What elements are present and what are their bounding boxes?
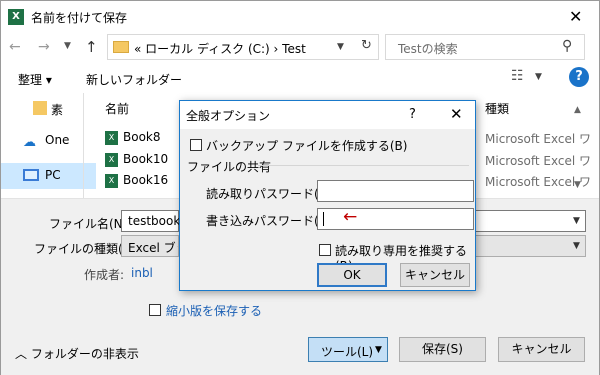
organize-button[interactable]: 整理 ▾ [18,71,52,88]
search-placeholder: Testの検索 [398,42,458,56]
text-caret [323,212,324,226]
scroll-down-icon[interactable]: ▼ [574,180,581,190]
excel-file-icon: X [105,152,118,167]
help-button[interactable]: ? [569,67,589,87]
save-thumbnail-checkbox[interactable] [149,304,161,316]
folder-icon [113,41,129,53]
save-as-dialog: X 名前を付けて保存 ✕ ← → ▼ ↑ « ローカル ディスク (C:) › … [0,0,600,375]
list-item[interactable]: X Book16 [105,173,168,188]
list-item[interactable]: X Book10 [105,152,168,167]
nav-scrollbar[interactable] [83,93,96,198]
column-header-type[interactable]: 種類 [485,100,509,117]
cloud-icon: ☁ [23,135,36,150]
scroll-up-icon[interactable]: ▲ [574,105,581,115]
file-type: Microsoft Excel ワ [485,132,592,146]
filename-input[interactable]: testbook [121,210,180,232]
modal-title-bar: 全般オプション ? ✕ [180,101,475,129]
new-folder-button[interactable]: 新しいフォルダー [86,71,182,88]
close-icon[interactable]: ✕ [569,7,582,26]
annotation-arrow-icon: ← [343,207,358,227]
read-password-input[interactable] [317,180,474,202]
modal-close-icon[interactable]: ✕ [450,105,463,123]
chevron-up-icon: ︿ [15,347,28,361]
refresh-icon[interactable]: ↻ [361,38,372,53]
backup-label[interactable]: バックアップ ファイルを作成する(B) [206,137,407,154]
nav-item-onedrive[interactable]: One [45,133,69,147]
readonly-recommended-checkbox[interactable] [319,244,331,256]
folder-star-icon [33,101,47,115]
filename-chevron-down-icon[interactable]: ▼ [573,216,580,226]
navigation-pane: 素 One PC [1,93,96,198]
filetype-select-end[interactable] [475,235,586,257]
forward-arrow-icon[interactable]: → [38,39,50,55]
filetype-select[interactable]: Excel ブック [121,235,179,257]
back-arrow-icon[interactable]: ← [9,39,21,55]
window-title: 名前を付けて保存 [31,11,128,25]
address-chevron-down-icon[interactable]: ▼ [337,42,344,52]
filename-input-end[interactable] [475,210,586,232]
save-thumbnail-label[interactable]: 縮小版を保存する [166,302,262,319]
nav-item-quick-access[interactable]: 素 [51,101,63,118]
tools-button-label: ツール(L) [321,345,374,359]
view-options-icon[interactable]: ☷ [511,68,524,84]
search-input[interactable]: Testの検索 ⚲ [385,34,585,60]
cancel-button[interactable]: キャンセル [498,337,585,362]
file-name: Book16 [123,173,169,187]
filename-label: ファイル名(N): [49,217,132,231]
backup-checkbox[interactable] [190,139,202,151]
author-label: 作成者: [84,268,125,282]
hide-folders-button[interactable]: ︿ フォルダーの非表示 [15,345,139,362]
excel-file-icon: X [105,130,118,145]
excel-icon: X [8,9,24,25]
section-divider [258,165,469,166]
file-sharing-section-label: ファイルの共有 [187,160,272,174]
file-type: Microsoft Excel ワ [485,154,592,168]
filetype-chevron-down-icon[interactable]: ▼ [573,241,580,251]
up-arrow-icon[interactable]: ↑ [85,38,98,56]
nav-item-pc[interactable]: PC [1,163,96,189]
recent-locations-chevron-icon[interactable]: ▼ [64,41,71,51]
tools-chevron-down-icon[interactable]: ▼ [375,345,382,355]
address-path[interactable]: « ローカル ディスク (C:) › Test [134,40,306,57]
view-chevron-down-icon[interactable]: ▼ [535,72,542,82]
title-bar: X 名前を付けて保存 ✕ [1,1,599,33]
modal-title: 全般オプション [186,109,271,123]
ok-button[interactable]: OK [317,263,387,287]
hide-folders-label: フォルダーの非表示 [30,347,139,361]
computer-icon [23,169,39,181]
file-name: Book8 [123,130,161,144]
list-item[interactable]: X Book8 [105,130,161,145]
general-options-dialog: 全般オプション ? ✕ バックアップ ファイルを作成する(B) ファイルの共有 … [179,100,476,291]
modal-help-button[interactable]: ? [409,107,416,122]
tools-button[interactable]: ツール(L) ▼ [308,337,388,362]
modal-cancel-button[interactable]: キャンセル [400,263,470,287]
file-name: Book10 [123,152,169,166]
save-button[interactable]: 保存(S) [399,337,486,362]
nav-item-pc-label: PC [45,168,61,182]
author-value[interactable]: inbl [131,266,153,280]
column-header-name[interactable]: 名前 [105,100,129,117]
write-password-input[interactable]: ← [317,207,474,230]
search-icon[interactable]: ⚲ [562,38,572,54]
excel-file-icon: X [105,173,118,188]
